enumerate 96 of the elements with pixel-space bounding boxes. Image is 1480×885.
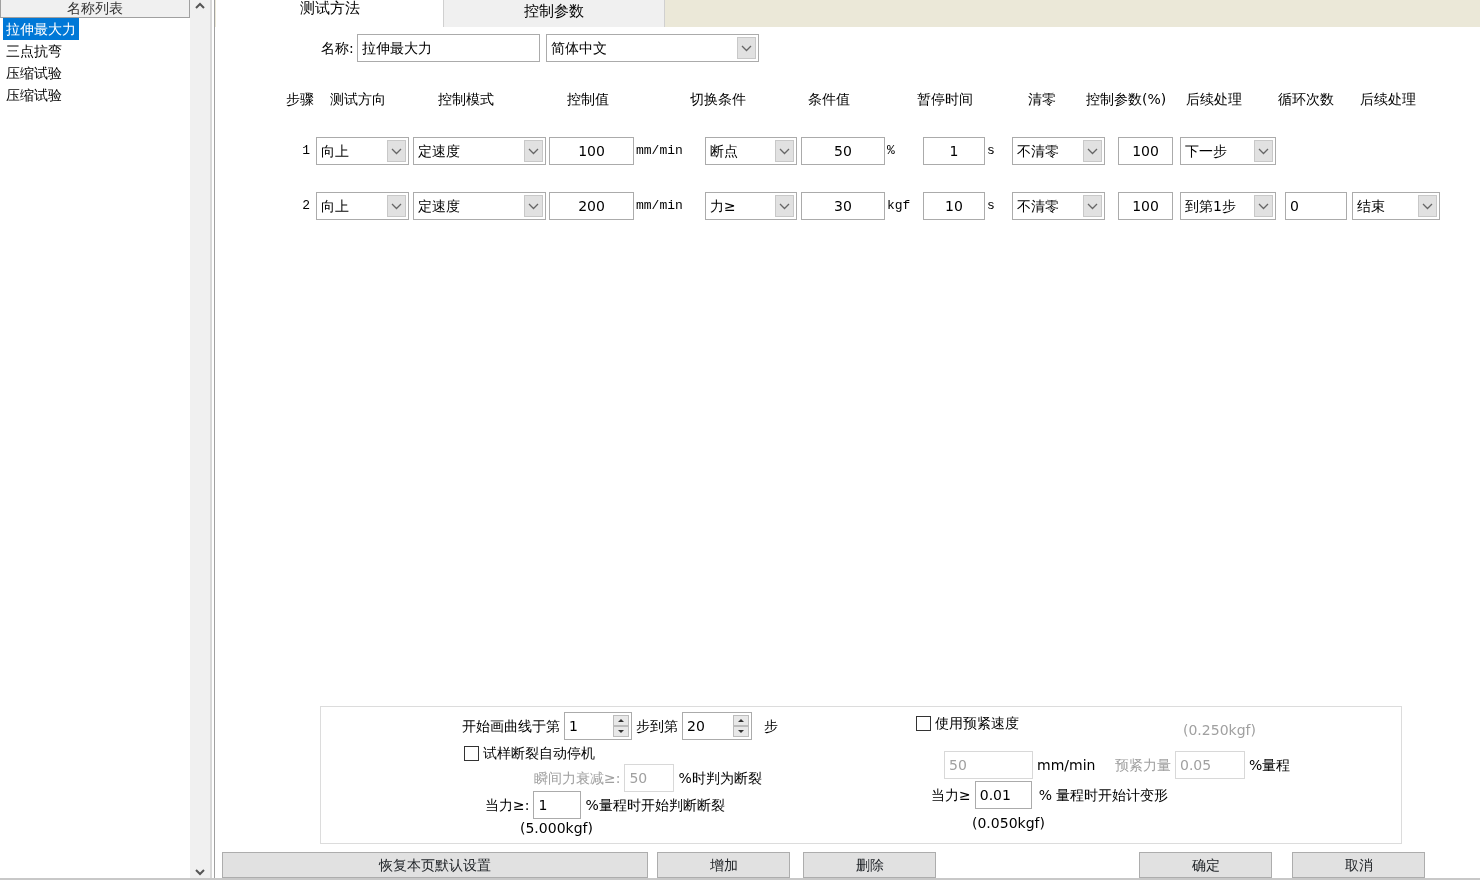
dropdown[interactable]: 简体中文 <box>545 34 759 62</box>
list-item[interactable]: 拉伸最大力 <box>3 18 79 40</box>
chevron-down-icon <box>1087 202 1098 210</box>
list-header: 名称列表 <box>0 0 190 18</box>
chevron-down-icon <box>1087 147 1098 155</box>
dropdown[interactable]: 结束 <box>1352 192 1440 220</box>
dropdown[interactable]: 定速度 <box>413 192 546 220</box>
dropdown[interactable]: 不清零 <box>1012 192 1105 220</box>
chevron-down-icon <box>779 202 790 210</box>
column-header: 条件值 <box>808 91 850 107</box>
list-item[interactable]: 三点抗弯 <box>3 40 65 62</box>
checkbox[interactable] <box>464 746 479 761</box>
dropdown[interactable]: 到第1步 <box>1180 192 1276 220</box>
chevron-down-icon <box>391 147 402 155</box>
spin-up-icon[interactable] <box>733 715 749 726</box>
column-header: 测试方向 <box>330 91 386 107</box>
unit-label: s <box>987 198 995 213</box>
column-header: 切换条件 <box>690 91 746 107</box>
scroll-down-icon[interactable] <box>195 869 205 876</box>
input-field[interactable]: 拉伸最大力 <box>356 34 540 62</box>
button[interactable]: 确定 <box>1139 852 1272 878</box>
input-field[interactable]: 1 <box>533 791 582 819</box>
chevron-down-icon <box>1258 202 1269 210</box>
step-number: 1 <box>302 143 310 158</box>
field-label: 步到第 <box>636 716 678 736</box>
dropdown[interactable]: 下一步 <box>1180 137 1276 165</box>
tab[interactable]: 测试方法 <box>216 0 443 27</box>
checkbox-label: 使用预紧速度 <box>935 714 1019 733</box>
dropdown[interactable]: 向上 <box>316 137 409 165</box>
input-field[interactable]: 0.01 <box>974 781 1032 809</box>
chevron-down-icon <box>391 202 402 210</box>
button[interactable]: 恢复本页默认设置 <box>222 852 648 878</box>
spin-box[interactable]: 20 <box>682 712 752 740</box>
chevron-down-icon <box>528 202 539 210</box>
input-field[interactable]: 50 <box>801 137 885 165</box>
column-header: 控制参数(%) <box>1086 91 1167 107</box>
field-label: 步 <box>764 716 778 736</box>
list-item[interactable]: 压缩试验 <box>3 84 65 106</box>
field-label: %时判为断裂 <box>678 768 762 788</box>
column-header: 步骤 <box>286 91 314 107</box>
field-label: 当力≥ <box>931 785 971 805</box>
column-header: 暂停时间 <box>917 91 973 107</box>
chevron-down-icon <box>528 147 539 155</box>
dropdown[interactable]: 力≥ <box>705 192 797 220</box>
dropdown[interactable]: 向上 <box>316 192 409 220</box>
column-header: 控制值 <box>567 91 609 107</box>
field-label: 预紧力量 <box>1115 755 1171 775</box>
input-field[interactable]: 100 <box>549 137 634 165</box>
input-field[interactable]: 30 <box>801 192 885 220</box>
checkbox[interactable] <box>916 716 931 731</box>
input-field[interactable]: 100 <box>1118 137 1173 165</box>
chevron-down-icon <box>740 44 752 52</box>
column-header: 后续处理 <box>1360 91 1416 107</box>
note-text: (5.000kgf) <box>520 819 593 838</box>
field-label: %量程时开始判断断裂 <box>585 795 725 815</box>
field-label: % 量程时开始计变形 <box>1038 785 1169 805</box>
button[interactable]: 取消 <box>1292 852 1425 878</box>
spin-down-icon[interactable] <box>613 726 629 737</box>
spin-down-icon[interactable] <box>733 726 749 737</box>
dropdown[interactable]: 断点 <box>705 137 797 165</box>
input-field[interactable]: 0 <box>1285 192 1347 220</box>
chevron-down-icon <box>1422 202 1433 210</box>
column-header: 清零 <box>1028 91 1056 107</box>
spin-box[interactable]: 1 <box>564 712 632 740</box>
name-label: 名称: <box>321 38 354 58</box>
field-label: 瞬间力衰减≥: <box>534 768 621 788</box>
button[interactable]: 增加 <box>657 852 790 878</box>
input-field[interactable]: 10 <box>923 192 985 220</box>
chevron-down-icon <box>1258 147 1269 155</box>
column-header: 控制模式 <box>438 91 494 107</box>
unit-label: % <box>887 143 895 158</box>
note-text: (0.050kgf) <box>972 814 1045 833</box>
field-label: %量程 <box>1249 755 1291 775</box>
list-item[interactable]: 压缩试验 <box>3 62 65 84</box>
unit-label: kgf <box>887 198 911 213</box>
input-field[interactable]: 100 <box>1118 192 1173 220</box>
dropdown[interactable]: 不清零 <box>1012 137 1105 165</box>
column-header: 循环次数 <box>1278 91 1334 107</box>
dropdown[interactable]: 定速度 <box>413 137 546 165</box>
tab[interactable]: 控制参数 <box>443 0 665 27</box>
spin-up-icon[interactable] <box>613 715 629 726</box>
note-text: (0.250kgf) <box>1183 721 1256 740</box>
field-label: 开始画曲线于第 <box>462 716 560 736</box>
unit-label: mm/min <box>636 143 683 158</box>
step-number: 2 <box>302 198 310 213</box>
scroll-up-icon[interactable] <box>195 2 205 9</box>
checkbox-label: 试样断裂自动停机 <box>483 744 595 763</box>
chevron-down-icon <box>779 147 790 155</box>
column-header: 后续处理 <box>1186 91 1242 107</box>
field-label: 当力≥: <box>485 795 530 815</box>
unit-label: mm/min <box>636 198 683 213</box>
unit-label: s <box>987 143 995 158</box>
button[interactable]: 删除 <box>803 852 936 878</box>
input-field[interactable]: 1 <box>923 137 985 165</box>
unit-label: mm/min <box>1037 755 1096 775</box>
input-field[interactable]: 200 <box>549 192 634 220</box>
